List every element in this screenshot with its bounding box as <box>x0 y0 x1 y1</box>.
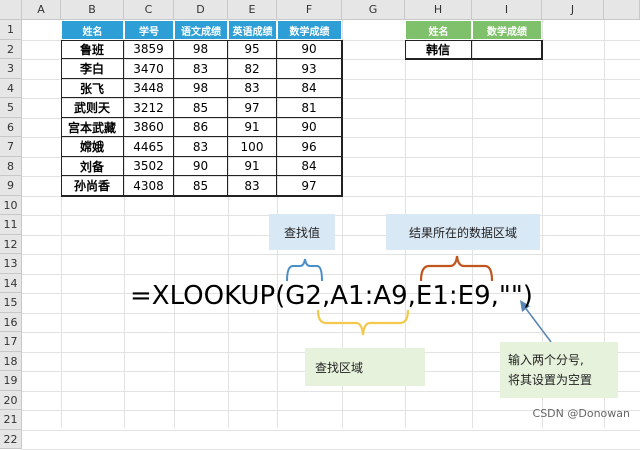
arrow-line <box>523 305 552 343</box>
row-header-22[interactable]: 22 <box>0 430 22 449</box>
brace-orange <box>419 255 494 282</box>
callout-result-range: 结果所在的数据区域 <box>386 214 540 250</box>
xlookup-formula: =XLOOKUP(G2,A1:A9,E1:E9,"") <box>130 281 533 311</box>
brace-yellow <box>316 309 410 336</box>
callout-lookup-value: 查找值 <box>269 214 335 250</box>
callout-lookup-range: 查找区域 <box>305 348 425 386</box>
callout-empty-value: 输入两个分号, 将其设置为空置 <box>500 342 618 398</box>
watermark: CSDN @Donowan <box>532 407 630 420</box>
brace-blue <box>286 258 323 282</box>
gridline-h <box>22 430 640 431</box>
spreadsheet[interactable]: ABCDEFGHIJ 1 2 3 4 5 6 7 8 9 10 11 12 13 14 15 16 17 18 19… <box>0 0 640 450</box>
